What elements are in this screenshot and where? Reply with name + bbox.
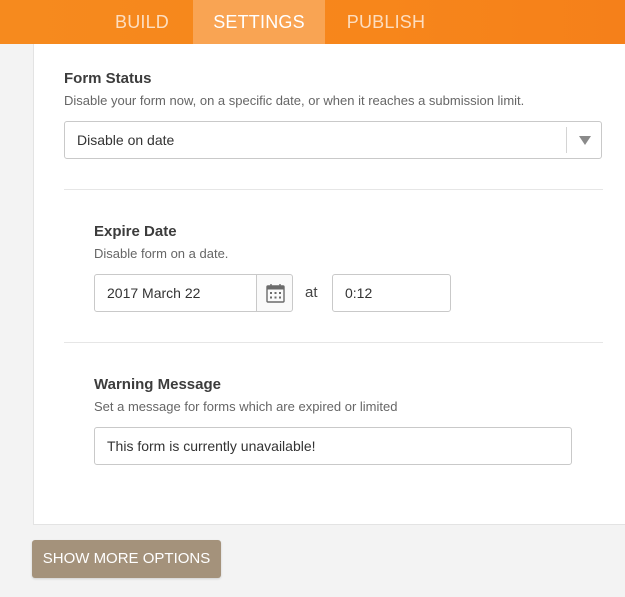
expire-date-input[interactable]: 2017 March 22 <box>94 274 257 312</box>
form-status-description: Disable your form now, on a specific dat… <box>64 93 525 108</box>
chevron-down-icon[interactable] <box>579 136 591 145</box>
form-status-selected-value: Disable on date <box>77 132 175 148</box>
warning-message-description: Set a message for forms which are expire… <box>94 399 398 414</box>
at-label: at <box>305 284 318 301</box>
top-navigation: BUILD SETTINGS PUBLISH <box>0 0 625 44</box>
section-divider <box>64 189 603 190</box>
expire-time-input[interactable]: 0:12 <box>332 274 451 312</box>
warning-message-input[interactable]: This form is currently unavailable! <box>94 427 572 465</box>
calendar-icon <box>266 284 285 303</box>
form-status-select[interactable]: Disable on date <box>64 121 602 159</box>
show-more-options-button[interactable]: SHOW MORE OPTIONS <box>32 540 221 578</box>
expire-date-description: Disable form on a date. <box>94 246 229 261</box>
section-divider <box>64 342 603 343</box>
form-status-label: Form Status <box>64 70 152 87</box>
tab-settings[interactable]: SETTINGS <box>193 0 325 44</box>
settings-panel: Form Status Disable your form now, on a … <box>33 44 625 525</box>
calendar-button[interactable] <box>256 274 293 312</box>
tab-build[interactable]: BUILD <box>95 0 189 44</box>
expire-date-label: Expire Date <box>94 223 177 240</box>
warning-message-label: Warning Message <box>94 376 221 393</box>
select-divider <box>566 127 567 153</box>
tab-publish[interactable]: PUBLISH <box>330 0 442 44</box>
